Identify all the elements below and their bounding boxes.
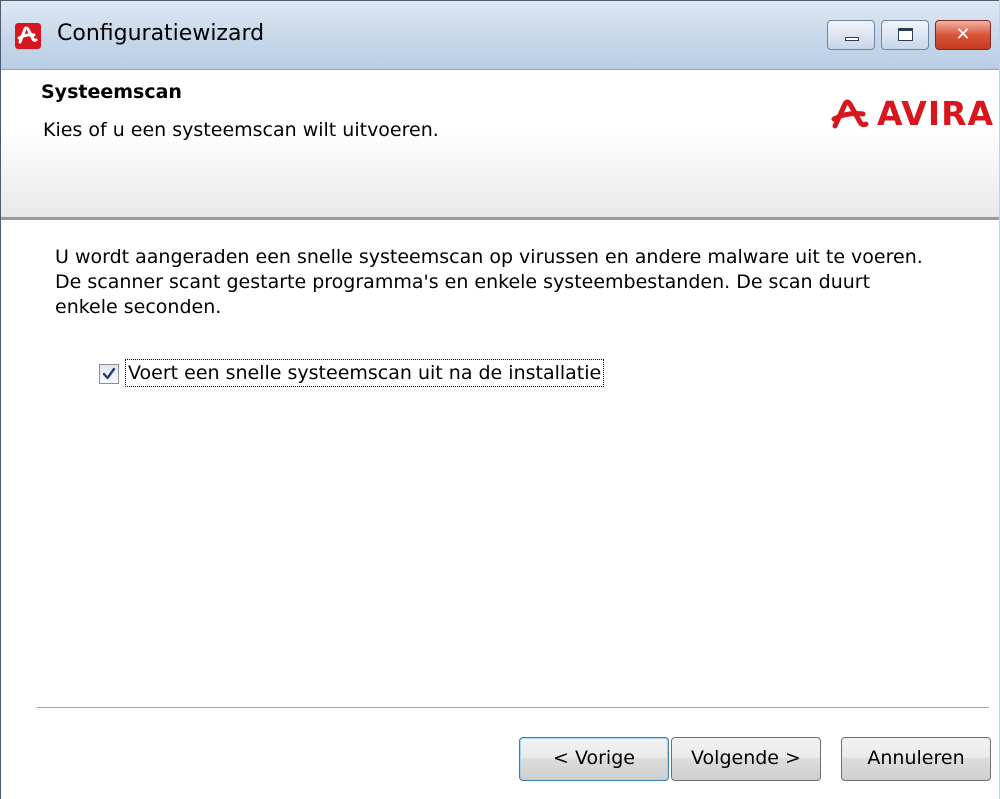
avira-umbrella-logo-icon <box>831 99 869 129</box>
header-divider <box>1 217 999 220</box>
quick-scan-label[interactable]: Voert een snelle systeemscan uit na de i… <box>125 359 605 387</box>
next-button[interactable]: Volgende > <box>671 737 821 781</box>
footer-divider-highlight <box>37 708 989 709</box>
checkmark-icon <box>102 367 116 380</box>
window-title: Configuratiewizard <box>57 21 265 46</box>
minimize-button[interactable] <box>827 20 875 50</box>
minimize-icon <box>845 37 859 41</box>
cancel-button[interactable]: Annuleren <box>841 737 991 781</box>
avira-umbrella-icon <box>15 23 41 49</box>
back-button[interactable]: < Vorige <box>519 737 669 781</box>
scan-description: U wordt aangeraden een snelle systeemsca… <box>55 246 923 318</box>
close-button[interactable]: ✕ <box>935 20 991 50</box>
maximize-button[interactable] <box>881 20 929 50</box>
title-bar[interactable]: Configuratiewizard ✕ <box>1 1 999 70</box>
maximize-icon <box>898 28 913 41</box>
quick-scan-checkbox[interactable] <box>99 364 119 384</box>
close-icon: ✕ <box>955 24 971 45</box>
logo-text: AVIRA <box>877 94 995 133</box>
avira-logo: AVIRA <box>831 94 995 140</box>
page-subtitle: Kies of u een systeemscan wilt uitvoeren… <box>43 119 439 141</box>
wizard-window: Configuratiewizard ✕ Systeemscan Kies of… <box>0 0 999 799</box>
page-title: Systeemscan <box>41 81 182 103</box>
